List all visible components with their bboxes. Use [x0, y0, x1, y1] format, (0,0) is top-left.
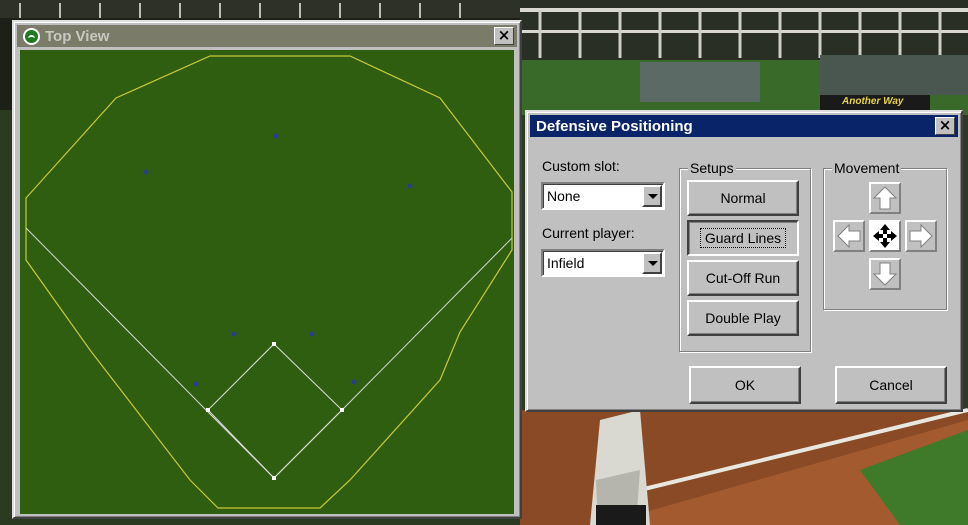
fielder-center[interactable] — [273, 133, 279, 139]
setups-label: Setups — [688, 160, 736, 176]
defensive-positioning-dialog: Defensive Positioning × Custom slot: Non… — [525, 110, 963, 412]
outfield-wall — [25, 55, 513, 509]
left-foul-line — [25, 227, 275, 479]
move-up-button[interactable] — [869, 182, 901, 214]
current-player-label: Current player: — [542, 225, 635, 241]
top-view-title: Top View — [45, 27, 110, 45]
chevron-down-icon[interactable] — [642, 252, 662, 274]
move-right-button[interactable] — [905, 220, 937, 252]
second-base — [272, 342, 276, 346]
top-view-titlebar[interactable]: Top View × — [17, 25, 517, 47]
move-left-button[interactable] — [833, 220, 865, 252]
custom-slot-select[interactable]: None — [541, 182, 665, 210]
infield-diamond — [207, 343, 343, 479]
setup-double-play-button[interactable]: Double Play — [687, 300, 799, 336]
setup-guard-lines-button[interactable]: Guard Lines — [687, 220, 799, 256]
fielder-right[interactable] — [407, 183, 413, 189]
fielder-third[interactable] — [193, 381, 199, 387]
current-player-value: Infield — [547, 255, 585, 271]
field-view[interactable] — [20, 50, 514, 514]
ok-button[interactable]: OK — [689, 366, 801, 404]
arrow-down-icon — [872, 262, 898, 286]
custom-slot-label: Custom slot: — [542, 158, 620, 174]
arrow-left-icon — [837, 223, 861, 249]
arrow-right-icon — [909, 223, 933, 249]
chevron-down-icon[interactable] — [642, 185, 662, 207]
fielder-second[interactable] — [309, 331, 315, 337]
arrow-up-icon — [872, 186, 898, 210]
current-player-select[interactable]: Infield — [541, 249, 665, 277]
defensive-close-button[interactable]: × — [935, 117, 955, 135]
third-base — [206, 408, 210, 412]
baseball-icon — [23, 27, 40, 45]
fielder-left[interactable] — [143, 169, 149, 175]
scoreboard-text: Another Way — [842, 96, 904, 107]
setup-normal-button[interactable]: Normal — [687, 180, 799, 216]
fielder-shortstop[interactable] — [231, 331, 237, 337]
cancel-button[interactable]: Cancel — [835, 366, 947, 404]
setup-cut-off-run-button[interactable]: Cut-Off Run — [687, 260, 799, 296]
move-center-button[interactable] — [869, 220, 901, 252]
movement-label: Movement — [832, 160, 902, 176]
top-view-close-button[interactable]: × — [494, 27, 514, 45]
defensive-title: Defensive Positioning — [536, 117, 693, 135]
move-center-icon — [873, 224, 897, 248]
top-view-window: Top View × — [12, 20, 522, 519]
custom-slot-value: None — [547, 188, 581, 204]
field-diagram — [25, 55, 513, 509]
fielder-first[interactable] — [351, 379, 357, 385]
defensive-titlebar[interactable]: Defensive Positioning × — [530, 115, 958, 137]
first-base — [340, 408, 344, 412]
home-plate — [272, 476, 276, 480]
move-down-button[interactable] — [869, 258, 901, 290]
